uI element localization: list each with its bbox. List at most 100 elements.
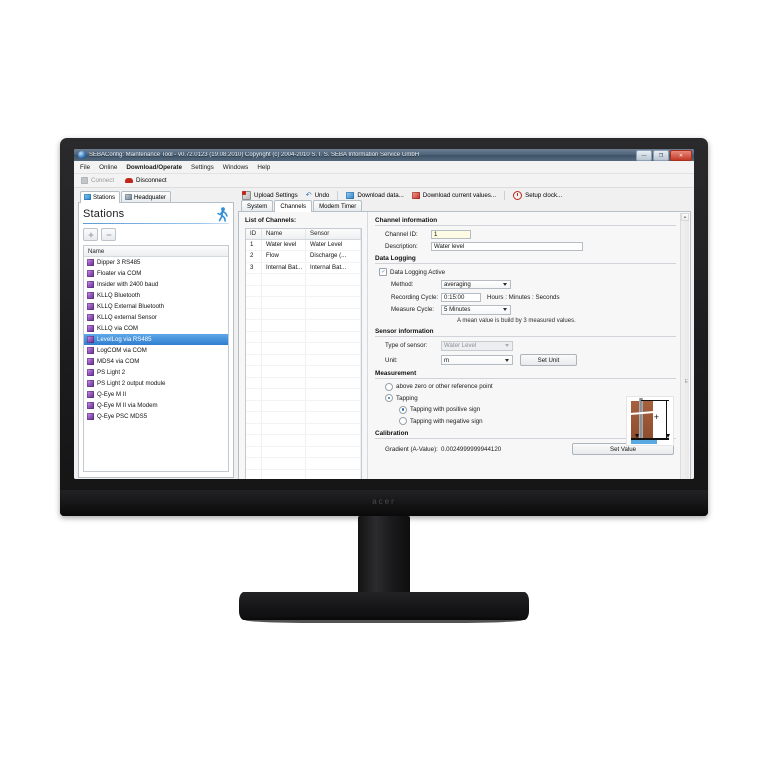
sidebar-heading-row: Stations — [83, 206, 229, 222]
scroll-grip: E — [684, 379, 688, 386]
download-data-button[interactable]: Download data... — [346, 192, 404, 199]
sensor-type-label: Type of sensor: — [385, 342, 428, 350]
table-cell-empty — [262, 354, 306, 365]
list-item[interactable]: PS Light 2 output module — [84, 378, 228, 389]
sidebar: Stations Headquater Stations Name Dipper… — [78, 191, 234, 478]
method-select[interactable]: averaging — [441, 279, 511, 289]
sensor-type-row: Type of sensor: Water Level — [375, 341, 676, 351]
setup-clock-button[interactable]: Setup clock... — [513, 191, 562, 200]
table-cell-sensor: Internal Bat... — [306, 262, 361, 273]
measurement-rule — [375, 377, 676, 379]
column-header-sensor[interactable]: Sensor — [306, 228, 361, 239]
menu-item-online[interactable]: Online — [99, 164, 117, 171]
recording-cycle-field[interactable]: 0:15:00 — [441, 292, 481, 302]
list-item[interactable]: Q-Eye M II via Modem — [84, 400, 228, 411]
measure-cycle-select[interactable]: 5 Minutes — [441, 305, 511, 315]
list-item[interactable]: KLLQ Bluetooth — [84, 290, 228, 301]
list-item[interactable]: KLLQ external Sensor — [84, 312, 228, 323]
station-list[interactable]: Name Dipper 3 RS485 Floater via COM Inside… — [83, 245, 229, 472]
close-button[interactable]: ✕ — [670, 150, 692, 161]
list-item[interactable]: Q-Eye M II — [84, 389, 228, 400]
list-item[interactable]: LevelLog via RS485 — [84, 334, 228, 345]
chevron-down-icon — [503, 282, 507, 286]
monitor-bottom-bezel: acer — [60, 490, 708, 516]
tab-channels[interactable]: Channels — [274, 200, 313, 212]
list-item-label: Dipper 3 RS485 — [97, 259, 141, 266]
list-item[interactable]: Q-Eye PSC MDS5 — [84, 411, 228, 422]
channels-title: List of Channels: — [245, 216, 297, 224]
scroll-up-button[interactable]: ▲ — [681, 212, 689, 221]
remove-station-button[interactable] — [101, 228, 116, 241]
maximize-button[interactable]: ❐ — [653, 150, 669, 161]
menu-item-windows[interactable]: Windows — [223, 164, 249, 171]
table-cell-empty — [246, 458, 262, 469]
measurement-option-reference[interactable]: above zero or other reference point — [375, 382, 676, 391]
list-item-label: KLLQ external Sensor — [97, 314, 157, 321]
radio-above-zero[interactable] — [385, 382, 393, 391]
table-cell-empty — [246, 343, 262, 354]
details-scrollbar[interactable]: ▲ E ▼ — [680, 212, 689, 479]
monitor-frame: SEBAConfig: Maintenance Tool - v0.72.012… — [60, 138, 708, 516]
plug-icon — [81, 177, 88, 184]
table-row-empty — [246, 274, 361, 286]
connect-button[interactable]: Connect — [81, 177, 114, 184]
list-item-label: LevelLog via RS485 — [97, 336, 152, 343]
table-row-empty — [246, 343, 361, 355]
column-header-id[interactable]: ID — [246, 228, 262, 239]
sensor-information-rule — [375, 336, 676, 337]
undo-button[interactable]: ↶ Undo — [306, 192, 330, 199]
radio-tapping-positive[interactable] — [399, 405, 407, 414]
table-row-empty — [246, 389, 361, 401]
table-cell-empty — [246, 297, 262, 308]
disconnect-label: Disconnect — [136, 177, 167, 184]
list-item[interactable]: PS Light 2 — [84, 367, 228, 378]
radio-tapping[interactable] — [385, 394, 393, 402]
data-logging-active-row[interactable]: ✓ Data Logging Active — [375, 268, 676, 276]
table-cell-empty — [262, 446, 306, 457]
list-item[interactable]: KLLQ External Bluetooth — [84, 301, 228, 312]
unit-select[interactable]: m — [441, 355, 513, 365]
sidebar-tab-stations[interactable]: Stations — [80, 191, 121, 203]
table-row[interactable]: 1 Water level Water Level — [246, 239, 361, 251]
list-item[interactable]: Floater via COM — [84, 268, 228, 279]
table-cell-name: Internal Bat... — [262, 262, 306, 273]
table-cell-empty — [246, 435, 262, 446]
phone-icon — [125, 178, 134, 183]
list-item[interactable]: MDS4 via COM — [84, 356, 228, 367]
list-item[interactable]: LogCOM via COM — [84, 345, 228, 356]
list-item[interactable]: KLLQ via COM — [84, 323, 228, 334]
data-logging-active-checkbox[interactable]: ✓ — [379, 268, 387, 276]
recording-cycle-units: Hours : Minutes : Seconds — [487, 293, 560, 301]
column-header-name[interactable]: Name — [262, 228, 306, 239]
table-cell-name: Water level — [262, 239, 306, 250]
add-station-button[interactable] — [83, 228, 98, 241]
sidebar-heading: Stations — [83, 208, 125, 220]
set-unit-button[interactable]: Set Unit — [520, 354, 577, 366]
menu-item-help[interactable]: Help — [257, 164, 270, 171]
channels-grid-header: ID Name Sensor — [246, 228, 361, 240]
table-row-empty — [246, 366, 361, 378]
description-field[interactable]: Water level — [431, 242, 583, 251]
connect-label: Connect — [91, 177, 115, 184]
unit-label: Unit: — [385, 356, 398, 364]
list-item[interactable]: Insider with 2400 baud — [84, 279, 228, 290]
upload-settings-button[interactable]: Upload Settings — [242, 191, 298, 200]
menu-item-download-operate[interactable]: Download/Operate — [126, 164, 182, 171]
sidebar-actions — [83, 228, 229, 241]
disconnect-button[interactable]: Disconnect — [125, 177, 167, 184]
list-item[interactable]: Dipper 3 RS485 — [84, 257, 228, 268]
sensor-type-select: Water Level — [441, 341, 513, 351]
download-current-values-button[interactable]: Download current values... — [411, 192, 496, 199]
table-row-empty — [246, 320, 361, 332]
radio-tapping-negative[interactable] — [399, 417, 407, 425]
menu-item-file[interactable]: File — [80, 164, 90, 171]
table-row[interactable]: 2 Flow Discharge (... — [246, 251, 361, 263]
channel-id-field[interactable]: 1 — [431, 229, 471, 239]
measurement-title: Measurement — [375, 369, 417, 377]
station-icon — [87, 336, 94, 343]
channels-grid[interactable]: ID Name Sensor 1 Water level Water Level 2 F… — [245, 227, 362, 479]
minimize-button[interactable]: — — [636, 150, 652, 161]
table-cell-empty — [306, 354, 361, 365]
menu-item-settings[interactable]: Settings — [191, 164, 214, 171]
table-row[interactable]: 3 Internal Bat... Internal Bat... — [246, 262, 361, 274]
